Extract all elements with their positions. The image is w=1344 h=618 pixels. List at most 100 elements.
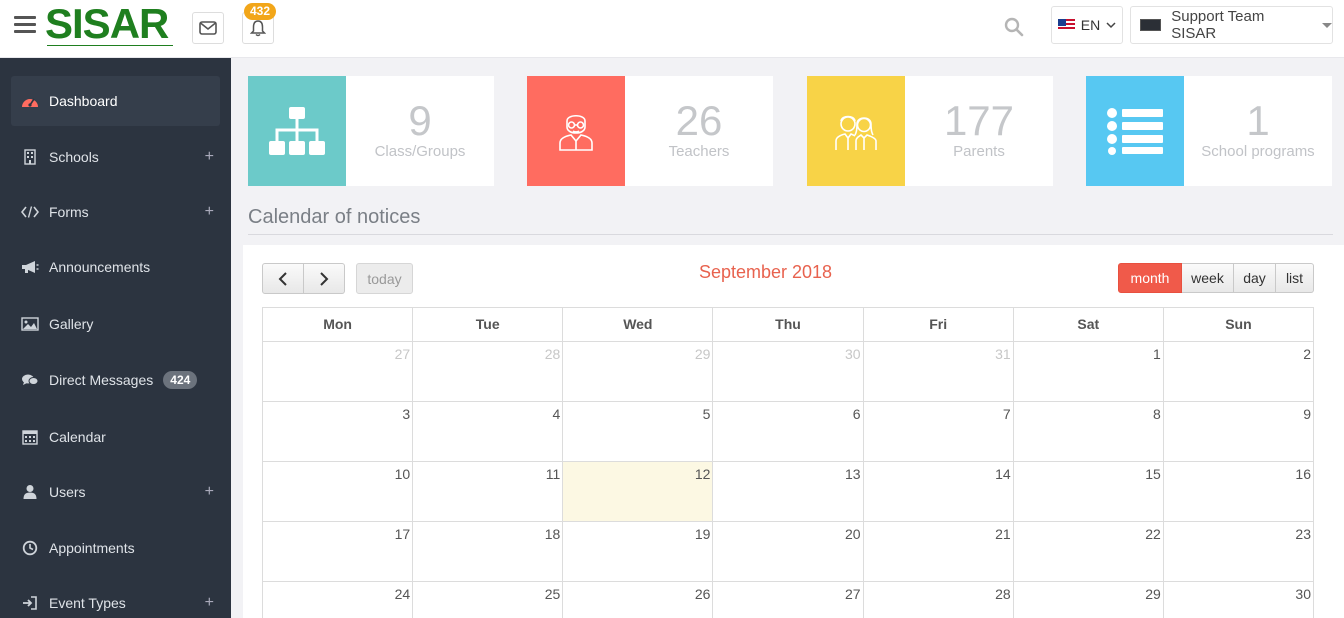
section-title: Calendar of notices [248,206,421,228]
sidebar-item-label: Users [49,484,86,500]
view-day-button[interactable]: day [1234,263,1276,293]
sidebar-item-event-types[interactable]: Event Types + [11,578,220,618]
week-row: 27 28 29 30 31 1 2 [262,342,1314,402]
day-cell[interactable]: 24 [263,582,414,618]
day-cell[interactable]: 4 [413,402,564,461]
day-cell[interactable]: 23 [1164,522,1313,581]
code-icon [20,204,40,220]
day-cell[interactable]: 1 [1014,342,1164,401]
sidebar-item-gallery[interactable]: Gallery [11,299,220,349]
day-cell[interactable]: 28 [413,342,564,401]
day-cell[interactable]: 21 [864,522,1014,581]
building-icon [20,149,40,165]
sidebar-item-schools[interactable]: Schools + [11,132,220,182]
stat-card-school-programs[interactable]: 1 School programs [1086,76,1332,186]
user-icon [20,484,40,500]
sidebar-item-label: Calendar [49,429,106,445]
day-cell[interactable]: 28 [864,582,1014,618]
stat-card-teachers[interactable]: 26 Teachers [527,76,773,186]
day-cell-today[interactable]: 12 [563,462,714,521]
day-cell[interactable]: 2 [1164,342,1313,401]
expand-plus-icon[interactable]: + [205,483,214,501]
search-button[interactable] [1004,17,1024,37]
sidebar-item-label: Appointments [49,540,135,556]
card-value: 9 [408,97,432,144]
day-cell[interactable]: 16 [1164,462,1313,521]
day-cell[interactable]: 6 [713,402,864,461]
day-cell[interactable]: 5 [563,402,714,461]
stat-card-class-groups[interactable]: 9 Class/Groups [248,76,494,186]
sidebar-item-appointments[interactable]: Appointments [11,523,220,573]
messages-count-badge: 424 [163,371,198,389]
prev-month-button[interactable] [262,263,304,294]
day-cell[interactable]: 7 [864,402,1014,461]
dashboard-icon [20,93,40,109]
sidebar-item-calendar[interactable]: Calendar [11,412,220,462]
card-icon-panel [807,76,905,186]
day-cell[interactable]: 8 [1014,402,1164,461]
day-cell[interactable]: 19 [563,522,714,581]
day-cell[interactable]: 13 [713,462,864,521]
day-cell[interactable]: 15 [1014,462,1164,521]
sidebar-item-label: Dashboard [49,93,118,109]
user-menu-button[interactable]: Support Team SISAR [1130,6,1333,44]
day-cell[interactable]: 30 [713,342,864,401]
sidebar-item-users[interactable]: Users + [11,467,220,517]
day-cell[interactable]: 27 [263,342,414,401]
sidebar-item-dashboard[interactable]: Dashboard [11,76,220,126]
clock-icon [20,540,40,556]
menu-toggle-icon[interactable] [14,16,36,34]
day-cell[interactable]: 31 [864,342,1014,401]
day-cell[interactable]: 29 [1014,582,1164,618]
view-week-button[interactable]: week [1182,263,1234,293]
sidebar-item-direct-messages[interactable]: Direct Messages 424 [11,355,220,405]
caret-down-icon [1322,22,1332,28]
sidebar-item-announcements[interactable]: Announcements [11,242,220,292]
card-value: 1 [1246,97,1270,144]
search-icon [1004,17,1024,37]
top-header: SISAR 432 EN Support Team SISAR [0,0,1344,58]
day-cell[interactable]: 3 [263,402,414,461]
week-row: 3 4 5 6 7 8 9 [262,402,1314,462]
day-cell[interactable]: 17 [263,522,414,581]
language-selector[interactable]: EN [1051,6,1123,44]
day-cell[interactable]: 20 [713,522,864,581]
sidebar-item-forms[interactable]: Forms + [11,187,220,237]
weekday-label: Sun [1225,316,1252,332]
card-value: 26 [675,97,723,144]
stat-card-parents[interactable]: 177 Parents [807,76,1053,186]
expand-plus-icon[interactable]: + [205,203,214,221]
chevron-left-icon [278,271,287,286]
expand-plus-icon[interactable]: + [205,148,214,166]
sidebar-item-label: Announcements [49,259,151,275]
day-cell[interactable]: 25 [413,582,564,618]
day-cell[interactable]: 9 [1164,402,1313,461]
weekday-label: Thu [713,308,864,341]
day-cell[interactable]: 26 [563,582,714,618]
day-cell[interactable]: 22 [1014,522,1164,581]
day-cell[interactable]: 29 [563,342,714,401]
weekday-header: Mon Tue Wed Thu Fri Sat Sun [262,307,1314,342]
view-list-button[interactable]: list [1276,263,1314,293]
sidebar-item-label: Schools [49,149,99,165]
today-button[interactable]: today [356,263,413,294]
weekday-label: Tue [413,308,564,341]
messages-button[interactable] [192,12,224,44]
card-icon-panel [527,76,625,186]
day-cell[interactable]: 30 [1164,582,1313,618]
view-month-button[interactable]: month [1118,263,1182,293]
bell-icon [250,20,266,37]
weekday-label: Fri [864,308,1014,341]
expand-plus-icon[interactable]: + [205,594,214,612]
day-cell[interactable]: 14 [864,462,1014,521]
day-cell[interactable]: 10 [263,462,414,521]
next-month-button[interactable] [303,263,345,294]
day-cell[interactable]: 27 [713,582,864,618]
logo[interactable]: SISAR [45,2,177,52]
list-icon [1107,108,1163,155]
day-cell[interactable]: 18 [413,522,564,581]
card-label: Teachers [668,143,730,160]
day-cell[interactable]: 11 [413,462,564,521]
card-value: 177 [943,97,1015,144]
image-icon [20,316,40,332]
